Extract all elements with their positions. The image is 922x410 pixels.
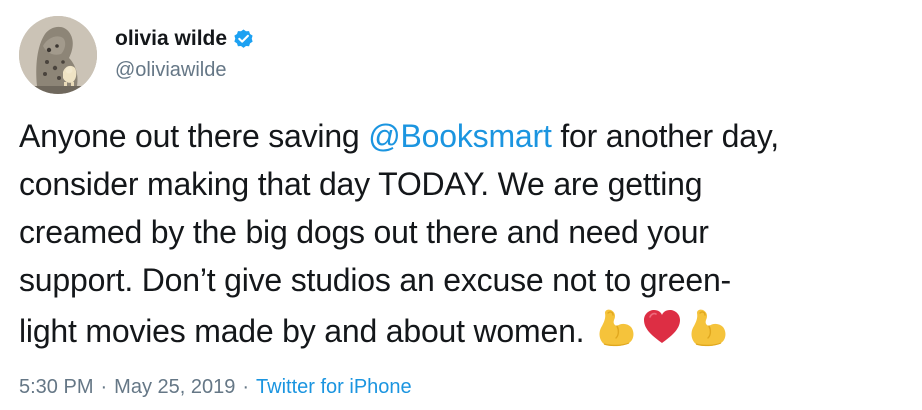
name-row: olivia wilde <box>115 24 255 54</box>
avatar-image <box>19 16 97 94</box>
flexed-biceps-icon <box>594 304 638 348</box>
tweet-line: creamed by the big dogs out there and ne… <box>19 214 709 250</box>
tweet-metadata: 5:30 PM · May 25, 2019 · Twitter for iPhone <box>19 374 412 400</box>
tweet-card: olivia wilde @oliviawilde Anyone out the… <box>0 0 922 410</box>
user-handle[interactable]: @oliviawilde <box>115 56 255 84</box>
avatar[interactable] <box>19 16 97 94</box>
tweet-time[interactable]: 5:30 PM <box>19 376 93 398</box>
tweet-line: consider making that day TODAY. We are g… <box>19 166 703 202</box>
emoji-group <box>594 304 732 348</box>
verified-badge-icon <box>232 28 255 51</box>
mention-link[interactable]: @Booksmart <box>368 118 552 154</box>
tweet-line: support. Don’t give studios an excuse no… <box>19 262 732 298</box>
tweet-text-segment: light movies made by and about women. <box>19 313 585 349</box>
tweet-text-segment: Anyone out there saving <box>19 118 369 154</box>
tweet-text-segment: for another day, <box>551 118 779 154</box>
author-block: olivia wilde @oliviawilde <box>115 24 255 84</box>
tweet-line: light movies made by and about women. <box>19 304 919 352</box>
separator: · <box>242 376 250 398</box>
red-heart-icon <box>640 304 684 348</box>
tweet-source-link[interactable]: Twitter for iPhone <box>256 376 412 398</box>
flexed-biceps-icon <box>686 304 730 348</box>
tweet-line: Anyone out there saving @Booksmart for a… <box>19 112 919 160</box>
tweet-date[interactable]: May 25, 2019 <box>114 376 235 398</box>
separator: · <box>100 376 108 398</box>
tweet-text: Anyone out there saving @Booksmart for a… <box>19 112 919 352</box>
display-name[interactable]: olivia wilde <box>115 24 227 54</box>
